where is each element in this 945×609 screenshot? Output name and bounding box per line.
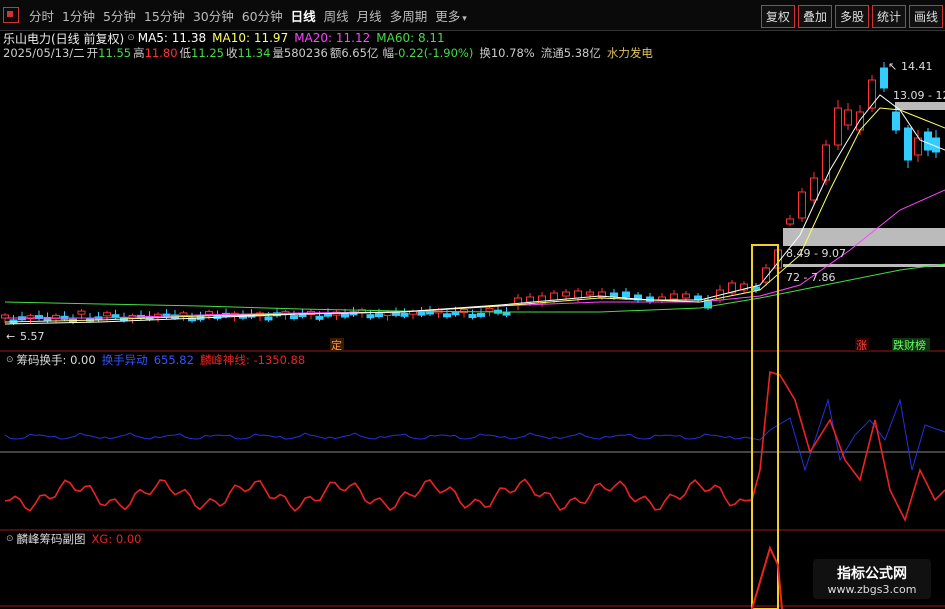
sub2-name: 麟峰筹码副图	[16, 532, 86, 546]
sub1-value: : 0.00	[62, 353, 96, 367]
candle-body	[383, 312, 392, 316]
candle-body	[77, 310, 86, 315]
sub2-title-bar: ⊙ 麟峰筹码副图 XG: 0.00	[3, 531, 141, 547]
candle-body	[366, 314, 375, 319]
sub1-title-bar: ⊙ 筹码换手 : 0.00 换手异动 655.82 麟峰神线 : -1350.8…	[3, 352, 305, 368]
arrow-left-icon: ↖	[888, 60, 897, 73]
candle-body	[400, 312, 409, 317]
candle-body	[485, 307, 494, 312]
tag-zhang: 涨	[856, 339, 867, 352]
candle-body	[477, 312, 485, 317]
sub1-indicator-group	[4, 370, 945, 523]
candle-body	[622, 291, 630, 298]
candle-body	[924, 131, 932, 151]
sub1-series1-name: 换手异动	[101, 353, 148, 367]
candle-body	[468, 314, 477, 318]
candle-body	[682, 293, 690, 299]
candle-body	[670, 293, 678, 300]
sub2-xg-value: XG: 0.00	[91, 532, 142, 546]
arrow-left-icon: ←	[6, 330, 15, 343]
candle-body	[562, 291, 570, 297]
kline-chart-canvas[interactable]: 14.41 13.09 - 12 8.49 - 9.07 72 - 7.86 5…	[0, 0, 945, 609]
tag-diecai: 跌财榜	[893, 338, 926, 352]
candle-body	[610, 292, 618, 298]
chip-zone-bar	[895, 102, 945, 110]
candle-body	[451, 311, 460, 316]
zone-label-top: 13.09 - 12	[893, 89, 945, 102]
watermark-logo: 指标公式网 www.zbgs3.com	[813, 559, 931, 599]
low-marker: 5.57	[20, 330, 45, 343]
candle-body	[526, 296, 534, 303]
candle-body	[315, 315, 324, 320]
sub1-series2-value: : -1350.88	[245, 353, 306, 367]
candle-body	[392, 311, 400, 316]
candle-body	[868, 79, 876, 109]
zone-label-mid: 8.49 - 9.07	[786, 247, 846, 260]
sub1-line	[4, 370, 945, 523]
candle-body	[502, 311, 511, 316]
sub1-series1-value: 655.82	[153, 353, 194, 367]
candle-body	[205, 311, 213, 316]
candle-body	[550, 292, 558, 301]
chevron-down-icon[interactable]: ⊙	[6, 534, 14, 544]
candle-body	[880, 67, 888, 89]
candle-body	[822, 144, 830, 181]
tag-ding: 定	[331, 338, 342, 352]
zone-label-low: 72 - 7.86	[786, 271, 835, 284]
candle-body	[844, 109, 852, 126]
chip-zone-bar	[783, 264, 945, 267]
watermark-line1: 指标公式网	[837, 566, 907, 582]
sub1-name: 筹码换手	[16, 353, 63, 367]
candle-body	[798, 191, 806, 219]
sub1-series2-name: 麟峰神线	[199, 353, 246, 367]
chip-zone-bar	[783, 228, 945, 246]
candle-body	[834, 107, 842, 146]
candle-body	[574, 290, 582, 299]
watermark-line2: www.zbgs3.com	[827, 583, 917, 596]
candle-body	[786, 218, 794, 225]
candle-body	[417, 311, 426, 316]
chevron-down-icon[interactable]: ⊙	[6, 355, 14, 365]
candle-body	[103, 312, 111, 317]
candle-body	[290, 315, 298, 320]
candle-body	[264, 316, 273, 321]
high-marker: 14.41	[901, 60, 933, 73]
candle-body	[443, 313, 451, 318]
candle-body	[586, 291, 594, 296]
candle-body	[810, 177, 818, 201]
candle-body	[752, 286, 760, 291]
candle-body	[892, 111, 900, 131]
candle-body	[341, 313, 349, 318]
sub1-line	[4, 398, 945, 472]
candle-body	[375, 313, 383, 318]
candle-body	[904, 127, 912, 161]
